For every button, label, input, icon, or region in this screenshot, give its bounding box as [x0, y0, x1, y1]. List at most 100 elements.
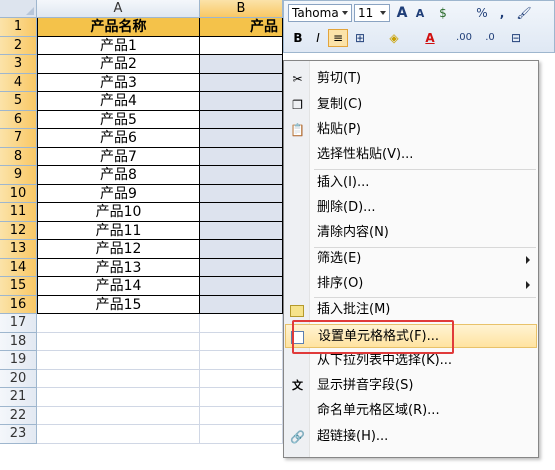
cell-a-product[interactable]: 产品14 — [37, 277, 200, 296]
row-header[interactable]: 6 — [0, 110, 37, 129]
merge-cells-button[interactable]: ⊟ — [508, 29, 524, 47]
cell-a-product[interactable]: 产品11 — [37, 221, 200, 240]
cell-b-empty[interactable] — [200, 425, 283, 444]
cell-b-selected[interactable] — [200, 147, 283, 166]
italic-button[interactable]: I — [310, 29, 326, 47]
cell-a-empty[interactable] — [37, 369, 200, 388]
cell-b-selected[interactable] — [200, 295, 283, 314]
cell-a-product[interactable]: 产品1 — [37, 36, 200, 55]
cell-a-product[interactable]: 产品2 — [37, 55, 200, 74]
cell-b-selected[interactable] — [200, 36, 283, 55]
cell-b-empty[interactable] — [200, 332, 283, 351]
menu-item-paste-special[interactable]: 选择性粘贴(V)... — [285, 143, 537, 167]
cell-b-empty[interactable] — [200, 314, 283, 333]
select-all-corner[interactable] — [0, 0, 37, 18]
format-painter-button[interactable]: 🖌 — [516, 4, 532, 22]
row-header[interactable]: 11 — [0, 203, 37, 222]
font-size-dropdown[interactable]: 11 — [354, 4, 390, 22]
menu-item-name-range[interactable]: 命名单元格区域(R)... — [285, 399, 537, 423]
menu-item-insert-comment[interactable]: 插入批注(M) — [285, 298, 537, 322]
menu-item-delete[interactable]: 删除(D)... — [285, 196, 537, 220]
row-header[interactable]: 18 — [0, 332, 37, 351]
cell-a-product[interactable]: 产品7 — [37, 147, 200, 166]
bold-button[interactable]: B — [290, 29, 306, 47]
shrink-font-button[interactable]: A — [412, 5, 428, 23]
cell-b-selected[interactable] — [200, 92, 283, 111]
align-center-button[interactable]: ≡ — [328, 29, 348, 47]
cell-a-empty[interactable] — [37, 425, 200, 444]
borders-button[interactable]: ⊞ — [352, 29, 368, 47]
row-header[interactable]: 2 — [0, 36, 37, 55]
cell-b-header[interactable]: 产品 — [200, 18, 283, 37]
font-name-dropdown[interactable]: Tahoma — [288, 4, 352, 22]
cell-b-empty[interactable] — [200, 406, 283, 425]
cell-b-selected[interactable] — [200, 221, 283, 240]
menu-item-paste[interactable]: 📋 粘贴(P) — [285, 118, 537, 142]
menu-item-sort[interactable]: 排序(O) — [285, 272, 537, 296]
cell-b-selected[interactable] — [200, 277, 283, 296]
cell-a-product[interactable]: 产品4 — [37, 92, 200, 111]
menu-item-cut[interactable]: ✂ 剪切(T) — [285, 67, 537, 91]
cell-b-selected[interactable] — [200, 166, 283, 185]
row-header[interactable]: 21 — [0, 388, 37, 407]
cell-b-selected[interactable] — [200, 240, 283, 259]
cell-a-product[interactable]: 产品8 — [37, 166, 200, 185]
cell-b-selected[interactable] — [200, 258, 283, 277]
cell-b-empty[interactable] — [200, 388, 283, 407]
menu-item-hyperlink[interactable]: 🔗 超链接(H)... — [285, 425, 537, 449]
menu-item-clear-contents[interactable]: 清除内容(N) — [285, 221, 537, 245]
menu-item-filter[interactable]: 筛选(E) — [285, 247, 537, 271]
row-header[interactable]: 3 — [0, 55, 37, 74]
fill-color-button[interactable]: ◈ — [386, 29, 402, 47]
menu-item-show-phonetic[interactable]: 文 显示拼音字段(S) — [285, 374, 537, 398]
cell-b-empty[interactable] — [200, 351, 283, 370]
cell-a-product[interactable]: 产品13 — [37, 258, 200, 277]
cell-a-empty[interactable] — [37, 351, 200, 370]
row-header[interactable]: 15 — [0, 277, 37, 296]
row-header[interactable]: 13 — [0, 240, 37, 259]
cell-a-product[interactable]: 产品15 — [37, 295, 200, 314]
cell-b-selected[interactable] — [200, 55, 283, 74]
row-header[interactable]: 8 — [0, 147, 37, 166]
row-header[interactable]: 7 — [0, 129, 37, 148]
cell-b-selected[interactable] — [200, 184, 283, 203]
row-header[interactable]: 16 — [0, 295, 37, 314]
row-header[interactable]: 1 — [0, 18, 37, 37]
row-header[interactable]: 10 — [0, 184, 37, 203]
cell-a-empty[interactable] — [37, 388, 200, 407]
cell-a-product[interactable]: 产品12 — [37, 240, 200, 259]
cell-a-product[interactable]: 产品10 — [37, 203, 200, 222]
cell-a-empty[interactable] — [37, 332, 200, 351]
currency-button[interactable]: $ — [432, 4, 454, 22]
row-header[interactable]: 5 — [0, 92, 37, 111]
cell-b-empty[interactable] — [200, 369, 283, 388]
cell-a-product[interactable]: 产品3 — [37, 73, 200, 92]
cell-a-empty[interactable] — [37, 406, 200, 425]
menu-item-insert[interactable]: 插入(I)... — [285, 171, 537, 195]
percent-button[interactable]: % — [474, 4, 490, 22]
row-header[interactable]: 9 — [0, 166, 37, 185]
cell-a-product[interactable]: 产品6 — [37, 129, 200, 148]
row-header[interactable]: 22 — [0, 406, 37, 425]
cell-b-selected[interactable] — [200, 203, 283, 222]
row-header[interactable]: 19 — [0, 351, 37, 370]
cell-a-header[interactable]: 产品名称 — [37, 18, 200, 37]
row-header[interactable]: 20 — [0, 369, 37, 388]
cell-b-selected[interactable] — [200, 129, 283, 148]
row-header[interactable]: 14 — [0, 258, 37, 277]
row-header[interactable]: 12 — [0, 221, 37, 240]
column-header-a[interactable]: A — [37, 0, 200, 18]
increase-decimal-button[interactable]: .00 — [456, 29, 472, 47]
row-header[interactable]: 4 — [0, 73, 37, 92]
column-header-b[interactable]: B — [200, 0, 283, 18]
row-header[interactable]: 17 — [0, 314, 37, 333]
grow-font-button[interactable]: A — [394, 4, 410, 22]
cell-a-product[interactable]: 产品5 — [37, 110, 200, 129]
cell-a-product[interactable]: 产品9 — [37, 184, 200, 203]
row-header[interactable]: 23 — [0, 425, 37, 444]
decrease-decimal-button[interactable]: .0 — [482, 29, 498, 47]
cell-b-selected[interactable] — [200, 73, 283, 92]
comma-button[interactable]: , — [494, 4, 510, 22]
cell-a-empty[interactable] — [37, 314, 200, 333]
cell-b-selected[interactable] — [200, 110, 283, 129]
